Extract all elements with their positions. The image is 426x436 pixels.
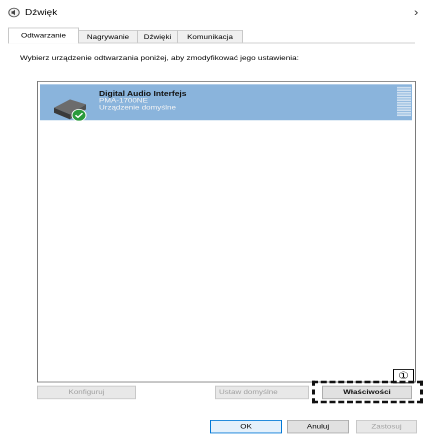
tab-recording[interactable]: Nagrywanie [78,30,138,43]
properties-button[interactable]: Właściwości [322,385,412,400]
volume-level-meter [397,86,411,119]
tab-playback[interactable]: Odtwarzanie [8,27,79,44]
window-title: Dźwięk [25,8,58,18]
ok-button[interactable]: OK [210,420,282,434]
device-list-item[interactable] [40,84,412,121]
configure-button[interactable]: Konfiguruj [37,385,136,400]
cancel-button[interactable]: Anuluj [287,420,349,434]
tab-communications[interactable]: Komunikacja [177,30,243,43]
instruction-text: Wybierz urządzenie odtwarzania poniżej, … [20,54,299,62]
tab-sounds[interactable]: Dźwięki [137,30,178,43]
title-bar [0,0,426,25]
speaker-app-icon [8,7,20,18]
speaker-icon [54,99,87,122]
device-status: Urządzenie domyślne [99,103,176,112]
set-default-label: Ustaw domyślne [219,388,278,396]
set-default-button[interactable]: Ustaw domyślne [215,385,309,400]
playback-device-list[interactable] [37,80,416,383]
apply-button[interactable]: Zastosuj [356,420,417,434]
close-icon[interactable]: › [414,6,418,19]
